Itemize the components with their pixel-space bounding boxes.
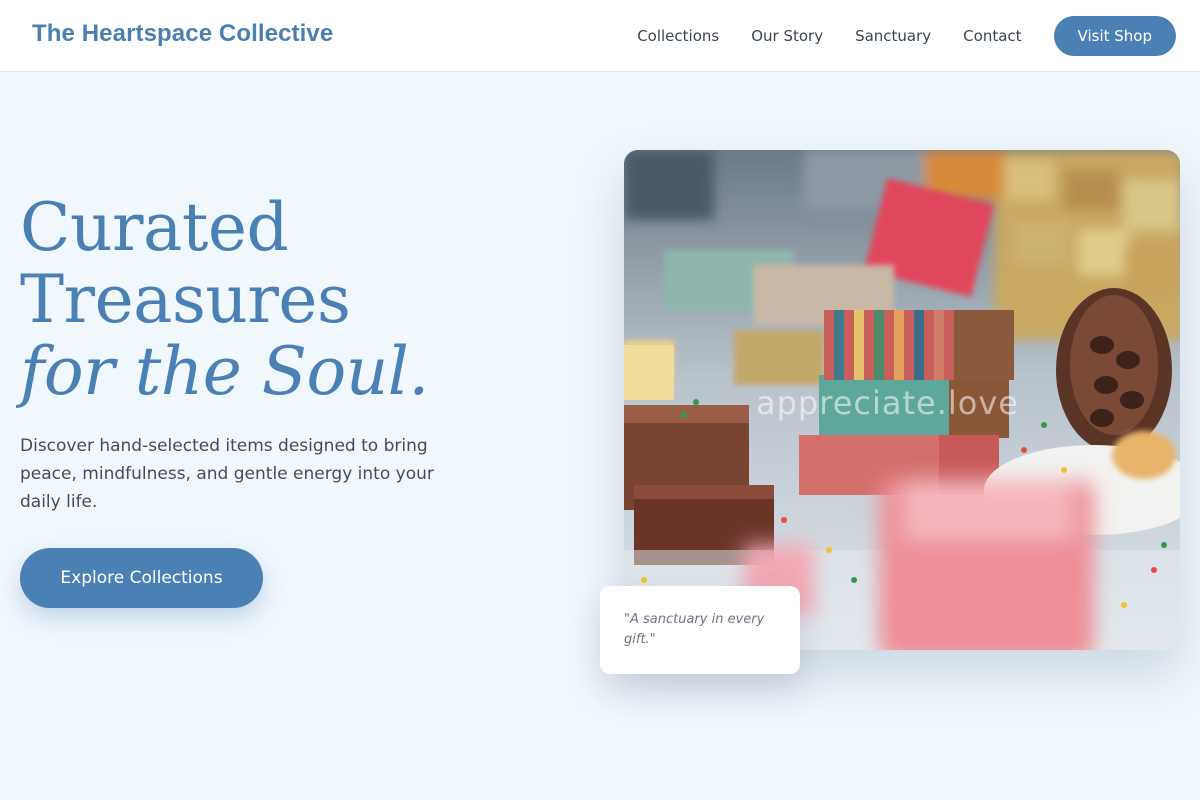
hero-title-line-3: for the Soul. [20, 333, 429, 410]
quote-card: "A sanctuary in every gift." [600, 586, 800, 674]
visit-shop-button[interactable]: Visit Shop [1053, 16, 1176, 56]
hero-title-line-1: Curated [20, 189, 289, 266]
brand-logo-text[interactable]: The Heartspace Collective [32, 20, 333, 48]
hero-title: Curated Treasures for the Soul. [20, 192, 540, 408]
nav-link-sanctuary[interactable]: Sanctuary [855, 27, 931, 45]
nav-link-contact[interactable]: Contact [963, 27, 1021, 45]
site-header: The Heartspace Collective Collections Ou… [0, 0, 1200, 72]
nav-link-collections[interactable]: Collections [637, 27, 719, 45]
hero-title-line-2: Treasures [20, 261, 351, 338]
quote-text: "A sanctuary in every gift." [624, 612, 765, 647]
hero-product-image: appreciate.love [624, 150, 1180, 650]
nav-link-our-story[interactable]: Our Story [751, 27, 823, 45]
image-watermark: appreciate.love [756, 384, 1019, 422]
hero-description: Discover hand-selected items designed to… [20, 436, 434, 512]
explore-collections-button[interactable]: Explore Collections [20, 548, 263, 608]
main-nav: Collections Our Story Sanctuary Contact … [637, 16, 1176, 56]
